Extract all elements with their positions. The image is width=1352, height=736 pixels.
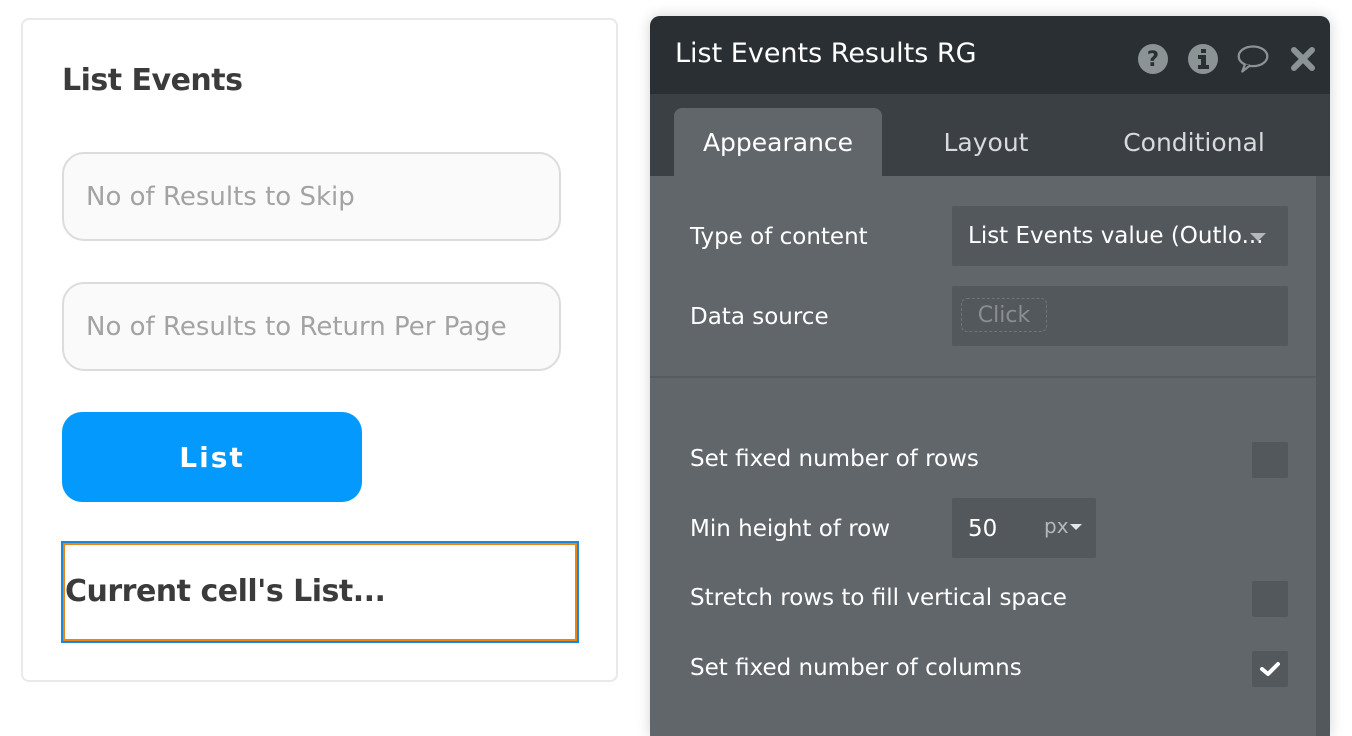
data-source-label: Data source (690, 304, 829, 330)
help-icon[interactable]: ? (1136, 42, 1170, 76)
panel-header[interactable]: List Events Results RG ? (650, 16, 1330, 94)
unit-dropdown[interactable]: px (1044, 514, 1069, 538)
type-of-content-value: List Events value (Outlo... (968, 223, 1264, 249)
svg-text:?: ? (1147, 47, 1159, 71)
repeating-group[interactable]: Current cell's List... (61, 541, 579, 643)
unit-label: px (1044, 514, 1069, 538)
close-icon[interactable] (1286, 42, 1320, 76)
set-fixed-columns-label: Set fixed number of columns (690, 655, 1022, 681)
checkmark-icon (1260, 662, 1280, 676)
cell-text: Current cell's List... (65, 574, 386, 609)
results-per-page-input[interactable] (62, 282, 561, 371)
info-icon[interactable] (1186, 42, 1220, 76)
min-height-row-label: Min height of row (690, 516, 891, 542)
property-editor-panel: List Events Results RG ? Appearance Layo… (650, 16, 1330, 736)
chevron-down-icon (1250, 233, 1266, 241)
tab-appearance[interactable]: Appearance (674, 108, 882, 176)
type-of-content-label: Type of content (690, 224, 868, 250)
tab-layout[interactable]: Layout (882, 108, 1090, 176)
data-source-field[interactable]: Click (952, 286, 1288, 346)
tab-bar: Appearance Layout Conditional (650, 94, 1330, 176)
results-to-skip-input[interactable] (62, 152, 561, 241)
section-divider (650, 376, 1316, 378)
stretch-rows-checkbox[interactable] (1252, 581, 1288, 617)
panel-body: Type of content List Events value (Outlo… (650, 176, 1316, 736)
panel-scrollbar[interactable] (1316, 176, 1330, 736)
repeating-group-cell[interactable]: Current cell's List... (63, 543, 577, 641)
list-button[interactable]: List (62, 412, 362, 502)
min-height-row-field: px (952, 498, 1096, 558)
stretch-rows-label: Stretch rows to fill vertical space (690, 585, 1067, 611)
min-height-row-input[interactable] (968, 516, 1028, 542)
panel-title: List Events Results RG (675, 38, 977, 69)
comment-icon[interactable] (1236, 42, 1270, 76)
set-fixed-columns-checkbox[interactable] (1252, 651, 1288, 687)
group-title: List Events (62, 63, 243, 98)
tab-conditional[interactable]: Conditional (1090, 108, 1298, 176)
set-fixed-rows-checkbox[interactable] (1252, 442, 1288, 478)
set-fixed-rows-label: Set fixed number of rows (690, 446, 979, 472)
data-source-click-placeholder[interactable]: Click (961, 298, 1047, 332)
type-of-content-dropdown[interactable]: List Events value (Outlo... (952, 206, 1288, 266)
unit-chevron-down-icon (1070, 524, 1082, 530)
